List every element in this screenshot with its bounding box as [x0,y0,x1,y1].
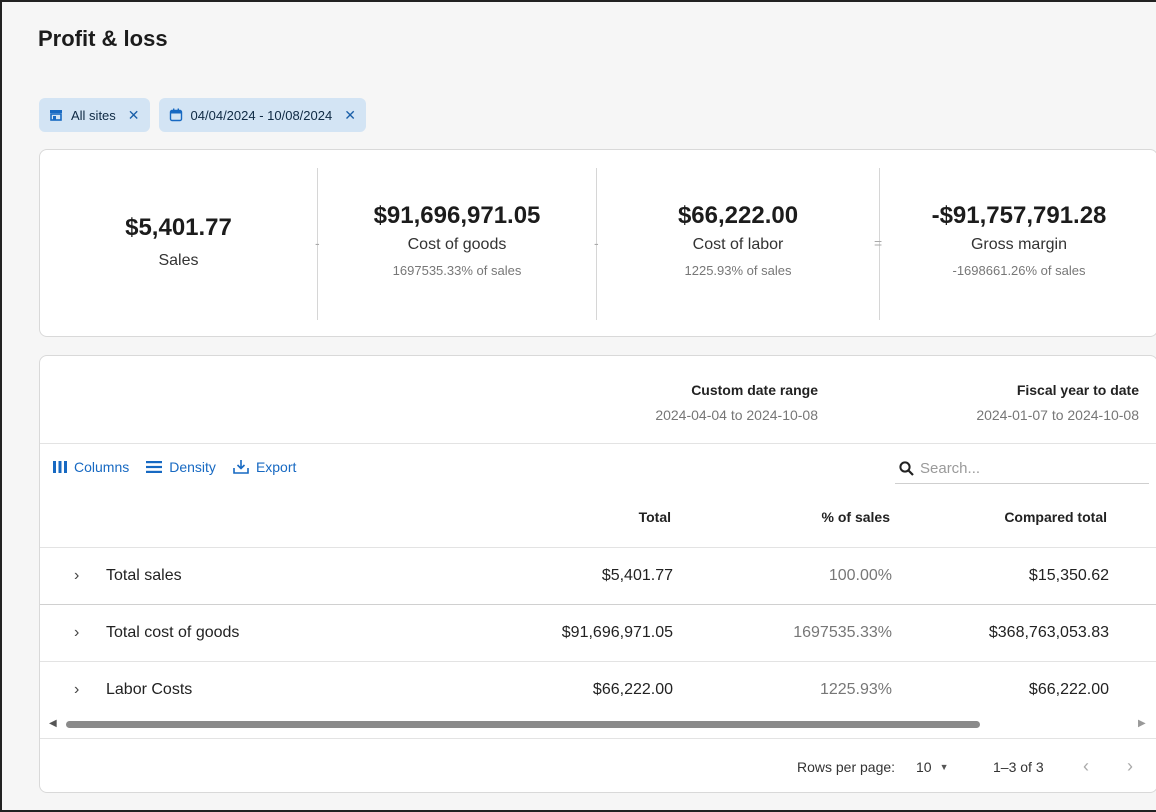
grid-toolbar: Columns Density Export [53,459,296,475]
pagination-bar: Rows per page: 10 ▼ 1–3 of 3 ‹ › [40,738,1156,792]
filter-chip-sites[interactable]: All sites ✕ [39,98,150,132]
columns-label: Columns [74,459,130,475]
range-dates: 2024-04-04 to 2024-10-08 [655,407,818,423]
metric-gross-margin: -$91,757,791.28 Gross margin -1698661.26… [880,202,1156,278]
page-title: Profit & loss [38,26,168,51]
table-row: › Total sales $5,401.77 100.00% $15,350.… [40,548,1156,605]
table-row: › Total cost of goods $91,696,971.05 169… [40,605,1156,662]
cell-total: $91,696,971.05 [561,624,673,641]
metric-label: Cost of labor [692,236,784,253]
cell-total: $5,401.77 [601,567,673,584]
density-label: Density [169,459,216,475]
next-page-icon[interactable]: › [1127,756,1133,777]
chevron-right-icon[interactable]: › [74,567,79,585]
filter-chip-label: 04/04/2024 - 10/08/2024 [190,107,333,123]
report-table-card: Custom date range 2024-04-04 to 2024-10-… [39,355,1156,793]
metric-value: -$91,757,791.28 [931,202,1107,229]
custom-date-range-header: Custom date range 2024-04-04 to 2024-10-… [655,382,818,423]
close-icon[interactable]: ✕ [128,107,140,124]
range-heading: Fiscal year to date [1016,382,1139,398]
density-icon [146,461,163,473]
scrollbar-thumb[interactable] [66,721,980,728]
metric-subtext: 1225.93% of sales [684,263,792,278]
rows-per-page-label: Rows per page: [797,759,896,775]
density-button[interactable]: Density [146,459,216,475]
table-row: › Labor Costs $66,222.00 1225.93% $66,22… [40,662,1156,719]
filter-chips: All sites ✕ 04/04/2024 - 10/08/2024 ✕ [39,98,366,132]
metric-value: $66,222.00 [677,202,799,229]
cell-pct-of-sales: 1225.93% [819,681,892,698]
metric-label: Cost of goods [407,236,507,253]
export-button[interactable]: Export [233,459,296,475]
rows-per-page-value: 10 [916,759,932,775]
metric-sales: $5,401.77 Sales [40,214,317,270]
chevron-right-icon[interactable]: › [74,681,79,699]
filter-chip-date-range[interactable]: 04/04/2024 - 10/08/2024 ✕ [158,98,366,132]
divider [40,443,1156,444]
metric-label: Gross margin [970,236,1068,253]
search-input[interactable] [920,460,1120,477]
cell-compared-total: $368,763,053.83 [988,624,1109,641]
metric-cost-of-goods: $91,696,971.05 Cost of goods 1697535.33%… [318,202,596,278]
fiscal-year-header: Fiscal year to date 2024-01-07 to 2024-1… [976,382,1139,423]
scroll-right-icon[interactable]: ▶ [1138,718,1146,729]
rows-per-page-select[interactable]: 10 ▼ [916,759,949,775]
cell-pct-of-sales: 1697535.33% [793,624,892,641]
columns-button[interactable]: Columns [53,459,129,475]
pagination-count: 1–3 of 3 [993,759,1044,775]
close-icon[interactable]: ✕ [344,107,356,124]
horizontal-scrollbar[interactable]: ◀ ▶ [40,717,1156,731]
metric-label: Sales [158,252,199,269]
columns-icon [53,461,67,473]
search-icon [899,461,914,476]
filter-chip-label: All sites [71,107,116,123]
row-label: Total cost of goods [106,624,240,641]
summary-card: $5,401.77 Sales - $91,696,971.05 Cost of… [39,149,1156,337]
cell-compared-total: $15,350.62 [1028,567,1109,584]
column-header-compared-total[interactable]: Compared total [1004,509,1107,525]
metric-subtext: 1697535.33% of sales [392,263,522,278]
column-header-total[interactable]: Total [639,509,671,525]
calendar-icon [169,108,183,122]
range-dates: 2024-01-07 to 2024-10-08 [976,407,1139,423]
metric-value: $5,401.77 [125,214,232,241]
cell-total: $66,222.00 [592,681,673,698]
cell-pct-of-sales: 100.00% [828,567,892,584]
chevron-right-icon[interactable]: › [74,624,79,642]
metric-subtext: -1698661.26% of sales [952,263,1086,278]
page-frame: Profit & loss All sites ✕ 04/04/2024 - 1… [0,0,1156,812]
store-icon [49,108,63,122]
previous-page-icon[interactable]: ‹ [1083,756,1089,777]
column-header-pct-of-sales[interactable]: % of sales [822,509,890,525]
download-icon [233,460,249,474]
row-label: Total sales [106,567,182,584]
search-box [895,454,1149,484]
metric-value: $91,696,971.05 [373,202,541,229]
scroll-left-icon[interactable]: ◀ [49,718,57,729]
export-label: Export [255,459,297,475]
metric-cost-of-labor: $66,222.00 Cost of labor 1225.93% of sal… [597,202,879,278]
cell-compared-total: $66,222.00 [1028,681,1109,698]
range-heading: Custom date range [691,382,818,398]
row-label: Labor Costs [106,681,193,698]
caret-down-icon: ▼ [939,762,949,772]
